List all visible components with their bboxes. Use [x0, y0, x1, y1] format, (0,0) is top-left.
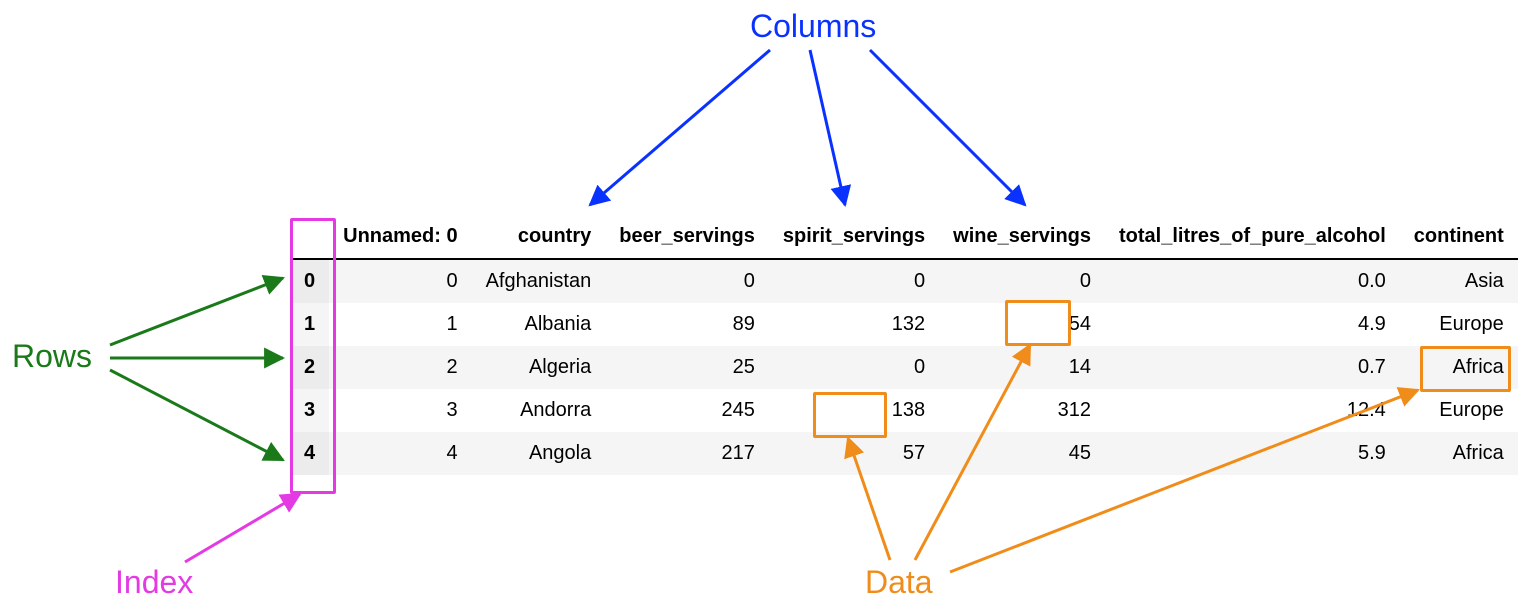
table-row: 4 4 Angola 217 57 45 5.9 Africa [290, 432, 1518, 475]
table-row: 0 0 Afghanistan 0 0 0 0.0 Asia [290, 259, 1518, 303]
data-cell: 0 [769, 259, 939, 303]
col-header: continent [1400, 215, 1518, 259]
data-cell: 1 [329, 303, 471, 346]
data-cell: 0.7 [1105, 346, 1400, 389]
diagram-canvas: Columns Rows Index Data Unnamed: 0 count… [0, 0, 1523, 602]
data-label: Data [865, 564, 933, 601]
index-label: Index [115, 564, 193, 601]
data-cell: 0 [329, 259, 471, 303]
data-cell: 0 [769, 346, 939, 389]
data-cell: 25 [605, 346, 769, 389]
data-cell: 5.9 [1105, 432, 1400, 475]
data-cell: Europe [1400, 303, 1518, 346]
data-cell: 245 [605, 389, 769, 432]
data-cell: Angola [472, 432, 606, 475]
data-cell: 57 [769, 432, 939, 475]
index-header [290, 215, 329, 259]
data-cell: 312 [939, 389, 1105, 432]
index-cell: 0 [290, 259, 329, 303]
header-row: Unnamed: 0 country beer_servings spirit_… [290, 215, 1518, 259]
col-header: spirit_servings [769, 215, 939, 259]
col-header: country [472, 215, 606, 259]
data-cell: 4.9 [1105, 303, 1400, 346]
data-cell: Andorra [472, 389, 606, 432]
data-cell: 89 [605, 303, 769, 346]
col-header: wine_servings [939, 215, 1105, 259]
data-cell: 14 [939, 346, 1105, 389]
data-cell: 132 [769, 303, 939, 346]
index-cell: 4 [290, 432, 329, 475]
data-cell: 0 [939, 259, 1105, 303]
data-cell: Africa [1400, 432, 1518, 475]
index-arrow [185, 494, 300, 562]
col-header: beer_servings [605, 215, 769, 259]
data-cell: 0 [605, 259, 769, 303]
col-header: total_litres_of_pure_alcohol [1105, 215, 1400, 259]
data-cell: Africa [1400, 346, 1518, 389]
col-header: Unnamed: 0 [329, 215, 471, 259]
index-cell: 3 [290, 389, 329, 432]
data-cell: 2 [329, 346, 471, 389]
index-cell: 1 [290, 303, 329, 346]
rows-label: Rows [12, 338, 92, 375]
table-row: 3 3 Andorra 245 138 312 12.4 Europe [290, 389, 1518, 432]
columns-arrows [590, 50, 1025, 205]
columns-label: Columns [750, 8, 876, 45]
table-row: 2 2 Algeria 25 0 14 0.7 Africa [290, 346, 1518, 389]
dataframe-table: Unnamed: 0 country beer_servings spirit_… [290, 215, 1518, 475]
data-cell: 4 [329, 432, 471, 475]
data-cell: 12.4 [1105, 389, 1400, 432]
data-cell: Albania [472, 303, 606, 346]
data-cell: Asia [1400, 259, 1518, 303]
index-cell: 2 [290, 346, 329, 389]
data-cell: Europe [1400, 389, 1518, 432]
table-row: 1 1 Albania 89 132 54 4.9 Europe [290, 303, 1518, 346]
data-cell: 0.0 [1105, 259, 1400, 303]
data-cell: 138 [769, 389, 939, 432]
data-cell: 54 [939, 303, 1105, 346]
data-cell: 3 [329, 389, 471, 432]
data-cell: 45 [939, 432, 1105, 475]
data-cell: Algeria [472, 346, 606, 389]
data-cell: 217 [605, 432, 769, 475]
data-cell: Afghanistan [472, 259, 606, 303]
rows-arrows [110, 278, 283, 460]
